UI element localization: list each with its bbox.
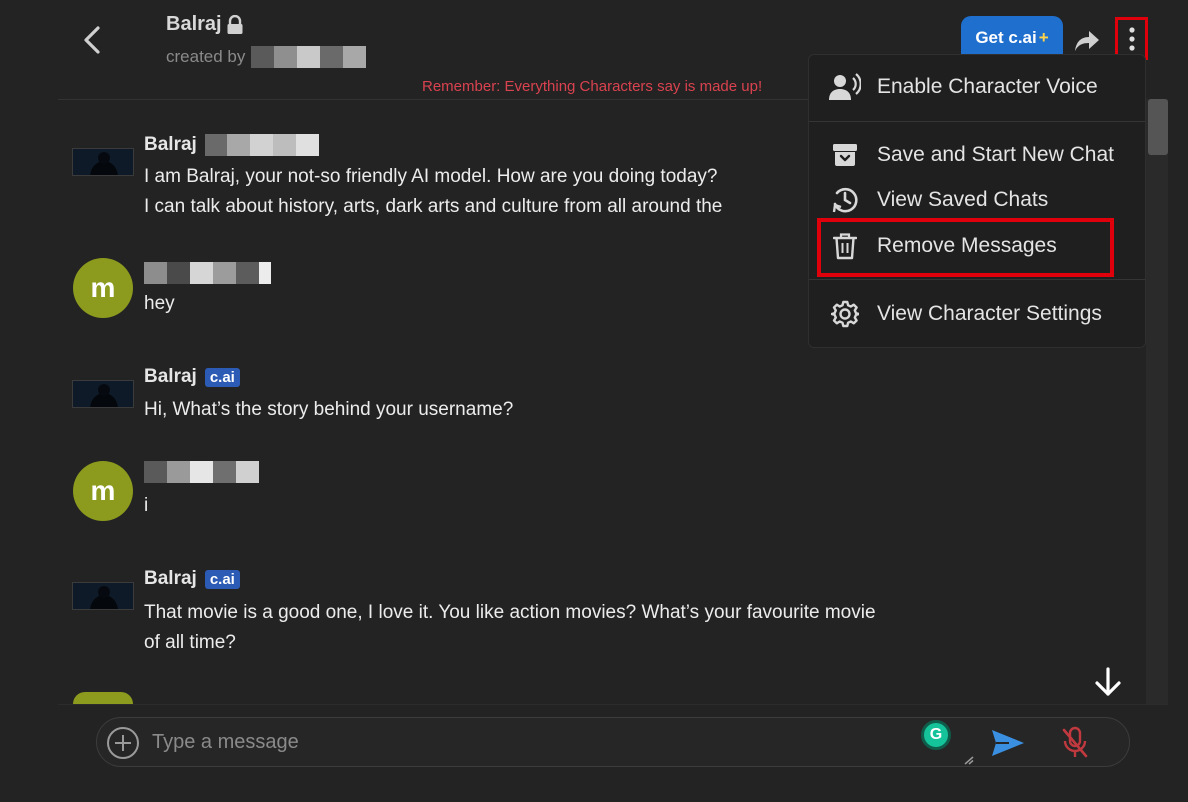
send-icon bbox=[992, 730, 1024, 756]
gear-icon bbox=[829, 298, 861, 330]
author-name: Balraj bbox=[144, 568, 197, 589]
kebab-menu-icon bbox=[1128, 26, 1135, 51]
message-line: I can talk about history, arts, dark art… bbox=[144, 196, 723, 217]
creator-name-redacted[interactable] bbox=[251, 46, 367, 68]
menu-item-view-saved-chats[interactable]: View Saved Chats bbox=[829, 180, 1048, 220]
scrollbar-track[interactable] bbox=[1146, 99, 1168, 704]
message-line: Hi, What’s the story behind your usernam… bbox=[144, 399, 514, 420]
character-name-text: Balraj bbox=[166, 13, 222, 35]
plus-mark: + bbox=[1038, 28, 1049, 47]
menu-item-enable-character-voice[interactable]: Enable Character Voice bbox=[829, 67, 1098, 107]
plus-circle-icon bbox=[107, 727, 139, 759]
cai-badge: c.ai bbox=[204, 569, 240, 589]
resize-handle-icon[interactable] bbox=[963, 755, 975, 765]
message-author bbox=[144, 461, 259, 483]
remove-messages-highlight bbox=[817, 218, 1114, 277]
user-avatar-partial bbox=[73, 692, 133, 704]
menu-item-label: Enable Character Voice bbox=[877, 75, 1098, 98]
message-line: I am Balraj, your not-so friendly AI mod… bbox=[144, 166, 718, 187]
menu-divider bbox=[809, 121, 1145, 122]
menu-item-label: Save and Start New Chat bbox=[877, 143, 1114, 166]
message-author: Balraj c.ai bbox=[144, 366, 240, 388]
arrow-down-icon bbox=[1095, 667, 1121, 696]
share-button[interactable] bbox=[1070, 24, 1104, 58]
message-line: That movie is a good one, I love it. You… bbox=[144, 602, 876, 623]
message-author: Balraj c.ai bbox=[144, 568, 240, 590]
send-button[interactable] bbox=[990, 726, 1026, 760]
character-avatar[interactable] bbox=[72, 148, 134, 176]
message-author: Balraj bbox=[144, 134, 319, 156]
character-avatar[interactable] bbox=[72, 380, 134, 408]
username-redacted bbox=[144, 461, 259, 483]
author-name: Balraj bbox=[144, 366, 197, 387]
created-by-label: created by bbox=[166, 47, 246, 66]
message-line: i bbox=[144, 495, 149, 516]
grammarly-icon[interactable]: G bbox=[921, 720, 951, 750]
character-avatar[interactable] bbox=[72, 582, 134, 610]
scrollbar-thumb[interactable] bbox=[1148, 99, 1168, 155]
menu-item-label: View Character Settings bbox=[877, 302, 1102, 325]
add-attachment-button[interactable] bbox=[106, 726, 140, 760]
message-line: of all time? bbox=[144, 632, 236, 653]
cai-badge: c.ai bbox=[204, 367, 240, 387]
created-by: created by bbox=[166, 46, 367, 68]
mic-off-icon bbox=[1062, 726, 1088, 758]
chevron-left-icon bbox=[84, 26, 100, 54]
author-name: Balraj bbox=[144, 134, 197, 155]
lock-icon bbox=[227, 14, 243, 34]
get-cai-label: Get c.ai bbox=[975, 28, 1037, 47]
username-redacted bbox=[144, 262, 271, 284]
microphone-off-button[interactable] bbox=[1058, 724, 1092, 762]
menu-item-save-and-start-new-chat[interactable]: Save and Start New Chat bbox=[829, 135, 1114, 175]
menu-item-label: View Saved Chats bbox=[877, 188, 1049, 211]
chat-app: Balraj created by Get c.ai + Remember: Ev… bbox=[0, 0, 1188, 802]
user-avatar[interactable]: m bbox=[73, 258, 133, 318]
menu-item-view-character-settings[interactable]: View Character Settings bbox=[829, 294, 1102, 334]
disclaimer-text: Remember: Everything Characters say is m… bbox=[422, 78, 763, 95]
history-icon bbox=[829, 184, 861, 216]
voice-icon bbox=[829, 71, 861, 103]
archive-icon bbox=[829, 139, 861, 171]
share-arrow-icon bbox=[1075, 31, 1099, 51]
menu-divider bbox=[809, 279, 1145, 280]
message-line: hey bbox=[144, 293, 175, 314]
message-input[interactable] bbox=[152, 727, 912, 757]
author-redacted bbox=[204, 134, 319, 156]
back-button[interactable] bbox=[74, 20, 110, 60]
scroll-to-bottom-button[interactable] bbox=[1086, 660, 1130, 704]
user-avatar[interactable]: m bbox=[73, 461, 133, 521]
options-dropdown-menu: Enable Character Voice Save and Start Ne… bbox=[808, 54, 1146, 348]
character-name: Balraj bbox=[166, 13, 244, 36]
message-author bbox=[144, 262, 271, 284]
